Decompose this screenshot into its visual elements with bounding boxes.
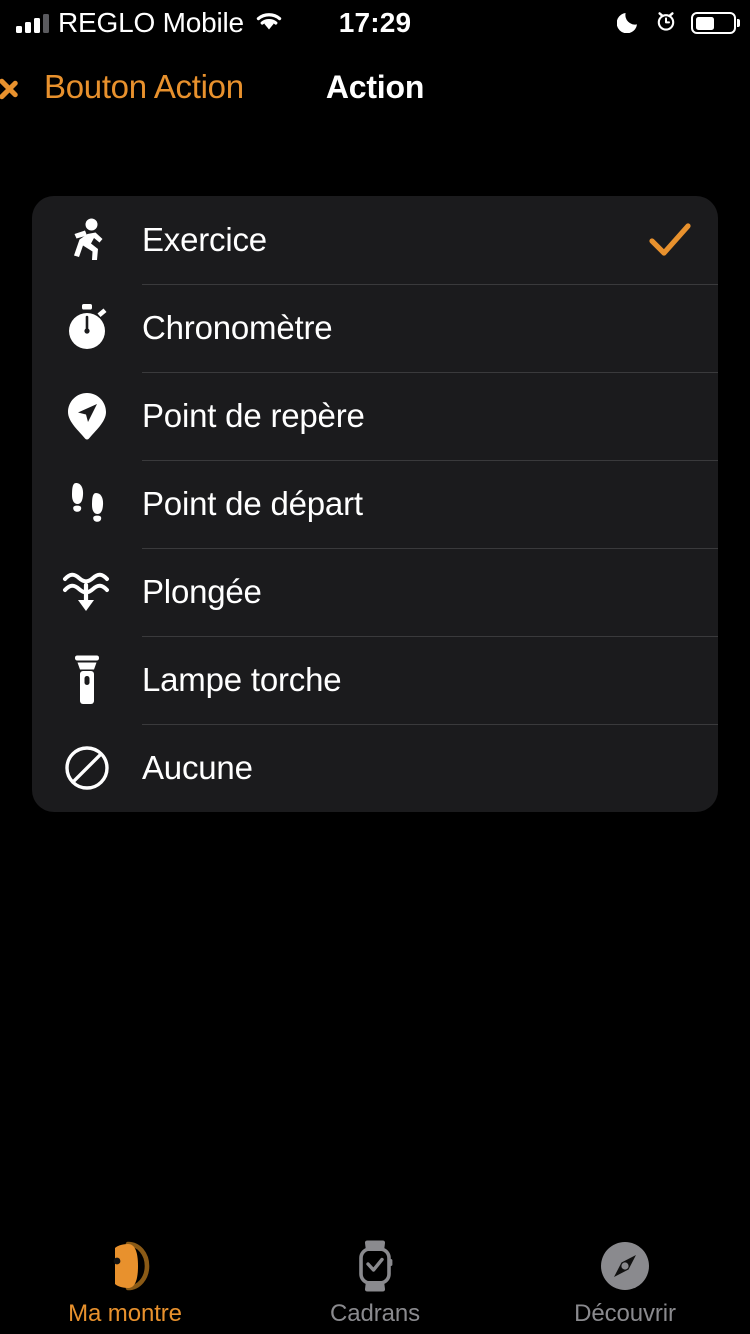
battery-icon bbox=[691, 12, 736, 34]
no-entry-slash-icon bbox=[32, 744, 142, 792]
option-row-lampe-torche[interactable]: Lampe torche bbox=[32, 636, 718, 724]
alarm-clock-icon bbox=[654, 9, 678, 38]
option-row-aucune[interactable]: Aucune bbox=[32, 724, 718, 812]
watch-side-icon bbox=[98, 1238, 152, 1294]
option-label: Plongée bbox=[142, 573, 262, 610]
running-figure-icon bbox=[32, 217, 142, 263]
option-label: Chronomètre bbox=[142, 309, 333, 346]
checkmark-icon bbox=[622, 221, 718, 259]
tab-bar: Ma montre Cadrans Découvrir bbox=[0, 1226, 750, 1334]
option-label: Lampe torche bbox=[142, 661, 342, 698]
option-row-point-de-repere[interactable]: Point de repère bbox=[32, 372, 718, 460]
map-pin-arrow-icon bbox=[32, 391, 142, 441]
page-title: Action bbox=[325, 69, 425, 105]
water-dive-icon bbox=[32, 567, 142, 617]
navigation-bar: Bouton Action Action bbox=[0, 56, 750, 118]
option-row-exercice[interactable]: Exercice bbox=[32, 196, 718, 284]
status-bar: REGLO Mobile 17:29 bbox=[0, 0, 750, 46]
tab-cadrans[interactable]: Cadrans bbox=[250, 1226, 500, 1334]
app-screen: REGLO Mobile 17:29 Bouton Action Action … bbox=[0, 0, 750, 1334]
option-row-chronometre[interactable]: Chronomètre bbox=[32, 284, 718, 372]
stopwatch-icon bbox=[32, 303, 142, 353]
compass-icon bbox=[599, 1238, 651, 1294]
tab-decouvrir[interactable]: Découvrir bbox=[500, 1226, 750, 1334]
option-label: Exercice bbox=[142, 221, 267, 258]
flashlight-icon bbox=[32, 654, 142, 706]
tab-ma-montre[interactable]: Ma montre bbox=[0, 1226, 250, 1334]
footprints-icon bbox=[32, 479, 142, 529]
moon-icon bbox=[616, 9, 641, 38]
tab-label: Ma montre bbox=[68, 1300, 182, 1327]
tab-label: Cadrans bbox=[329, 1300, 420, 1327]
action-options-card: Exercice Chronomètre Point de repère Poi… bbox=[32, 196, 718, 812]
option-row-plongee[interactable]: Plongée bbox=[32, 548, 718, 636]
option-label: Aucune bbox=[142, 749, 253, 786]
option-row-point-de-depart[interactable]: Point de départ bbox=[32, 460, 718, 548]
status-bar-right bbox=[616, 0, 736, 46]
watch-face-check-icon bbox=[351, 1238, 399, 1294]
option-label: Point de repère bbox=[142, 397, 365, 434]
tab-label: Découvrir bbox=[574, 1300, 676, 1327]
option-label: Point de départ bbox=[142, 485, 363, 522]
